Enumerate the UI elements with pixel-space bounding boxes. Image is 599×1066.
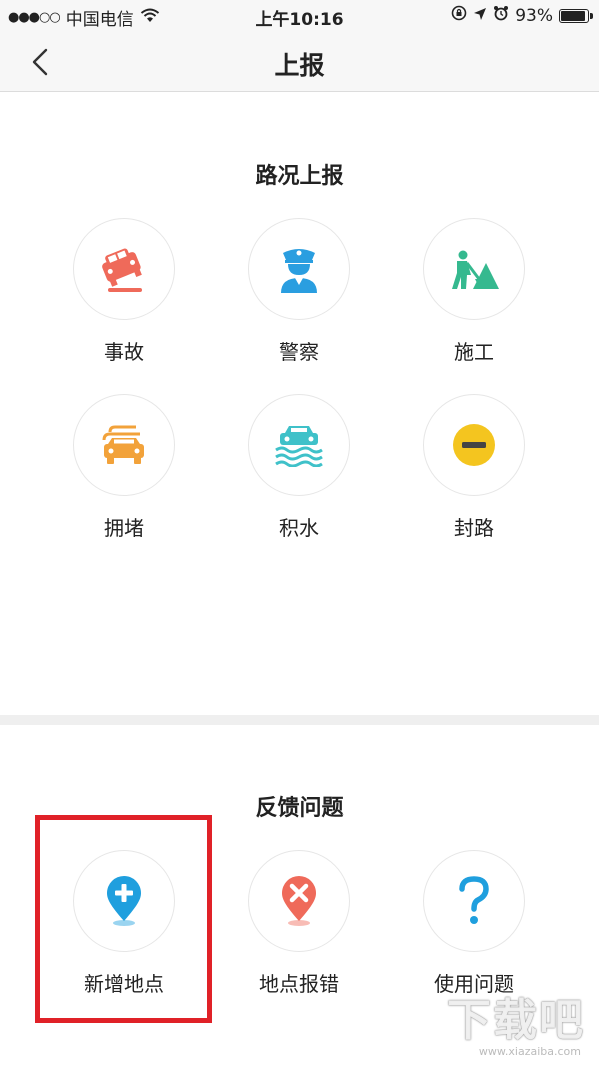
location-arrow-icon — [473, 6, 487, 26]
section-divider — [0, 715, 599, 725]
report-congestion-label: 拥堵 — [104, 516, 144, 540]
battery-icon — [559, 8, 593, 23]
usage-question-button[interactable]: 使用问题 — [399, 850, 549, 997]
highlight-box — [35, 815, 212, 1023]
icon-circle — [423, 218, 525, 320]
battery-percent: 93% — [515, 5, 553, 26]
car-crash-icon — [102, 248, 142, 292]
report-flood-label: 积水 — [279, 516, 319, 540]
report-accident-button[interactable]: 事故 — [49, 218, 199, 365]
congestion-icon — [102, 425, 144, 464]
icon-circle — [248, 850, 350, 952]
report-police-button[interactable]: 警察 — [224, 218, 374, 365]
location-error-button[interactable]: 地点报错 — [224, 850, 374, 997]
icon-circle — [73, 218, 175, 320]
rotation-lock-icon — [451, 5, 467, 26]
location-error-label: 地点报错 — [259, 972, 339, 996]
icon-circle — [73, 394, 175, 496]
status-right: 93% — [451, 5, 593, 26]
construction-icon — [452, 250, 499, 289]
report-construction-label: 施工 — [454, 340, 494, 364]
section-title-road-report: 路况上报 — [255, 164, 344, 189]
road-closed-icon — [453, 424, 495, 466]
icon-circle — [248, 218, 350, 320]
nav-bar: 上报 — [0, 32, 599, 92]
page-title: 上报 — [274, 51, 325, 80]
question-icon — [459, 876, 489, 924]
status-bar: ●●●○○ 中国电信 上午10:16 93% — [0, 0, 599, 32]
icon-circle — [423, 394, 525, 496]
watermark-url: www.xiazaiba.com — [478, 1045, 581, 1058]
police-icon — [281, 249, 317, 293]
watermark-logo: 下载吧 — [447, 995, 585, 1046]
icon-circle — [423, 850, 525, 952]
report-construction-button[interactable]: 施工 — [399, 218, 549, 365]
location-error-icon — [282, 876, 316, 926]
report-congestion-button[interactable]: 拥堵 — [49, 394, 199, 541]
icon-circle — [248, 394, 350, 496]
report-police-label: 警察 — [279, 340, 319, 364]
report-road-closed-button[interactable]: 封路 — [399, 394, 549, 541]
report-road-closed-label: 封路 — [454, 516, 494, 540]
report-accident-label: 事故 — [104, 340, 144, 364]
report-flood-button[interactable]: 积水 — [224, 394, 374, 541]
flood-icon — [275, 426, 323, 467]
alarm-icon — [493, 5, 509, 26]
